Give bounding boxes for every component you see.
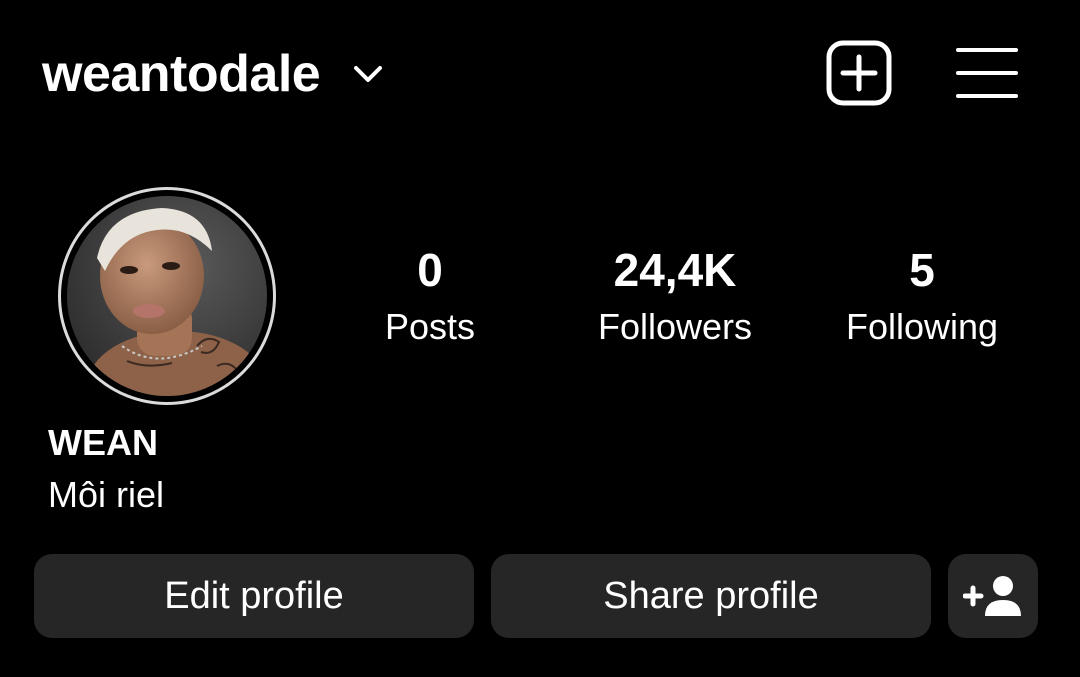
posts-label: Posts xyxy=(384,306,476,347)
menu-button[interactable] xyxy=(956,46,1018,100)
followers-count: 24,4K xyxy=(613,244,737,296)
following-label: Following xyxy=(845,306,999,347)
hamburger-menu-icon xyxy=(956,48,1018,98)
edit-profile-label: Edit profile xyxy=(164,574,344,617)
chevron-down-icon xyxy=(350,56,386,92)
edit-profile-button[interactable]: Edit profile xyxy=(34,554,474,638)
stat-posts[interactable]: 0 Posts xyxy=(360,238,500,352)
username: weantodale xyxy=(42,45,321,103)
followers-label: Followers xyxy=(597,306,753,347)
share-profile-button[interactable]: Share profile xyxy=(491,554,931,638)
avatar xyxy=(67,196,267,396)
share-profile-label: Share profile xyxy=(603,574,819,617)
add-person-icon xyxy=(963,576,1021,616)
display-name: WEAN xyxy=(48,422,158,463)
following-count: 5 xyxy=(909,244,935,296)
plus-square-icon xyxy=(826,40,892,106)
new-post-button[interactable] xyxy=(826,40,892,106)
stat-following[interactable]: 5 Following xyxy=(822,238,1022,352)
discover-people-button[interactable] xyxy=(948,554,1038,638)
posts-count: 0 xyxy=(417,244,443,296)
account-switcher[interactable]: weantodale xyxy=(42,42,386,106)
avatar-ring[interactable] xyxy=(58,187,276,405)
profile-header: weantodale xyxy=(0,0,1080,150)
stat-followers[interactable]: 24,4K Followers xyxy=(575,238,775,352)
bio-text: Môi riel xyxy=(48,474,165,515)
